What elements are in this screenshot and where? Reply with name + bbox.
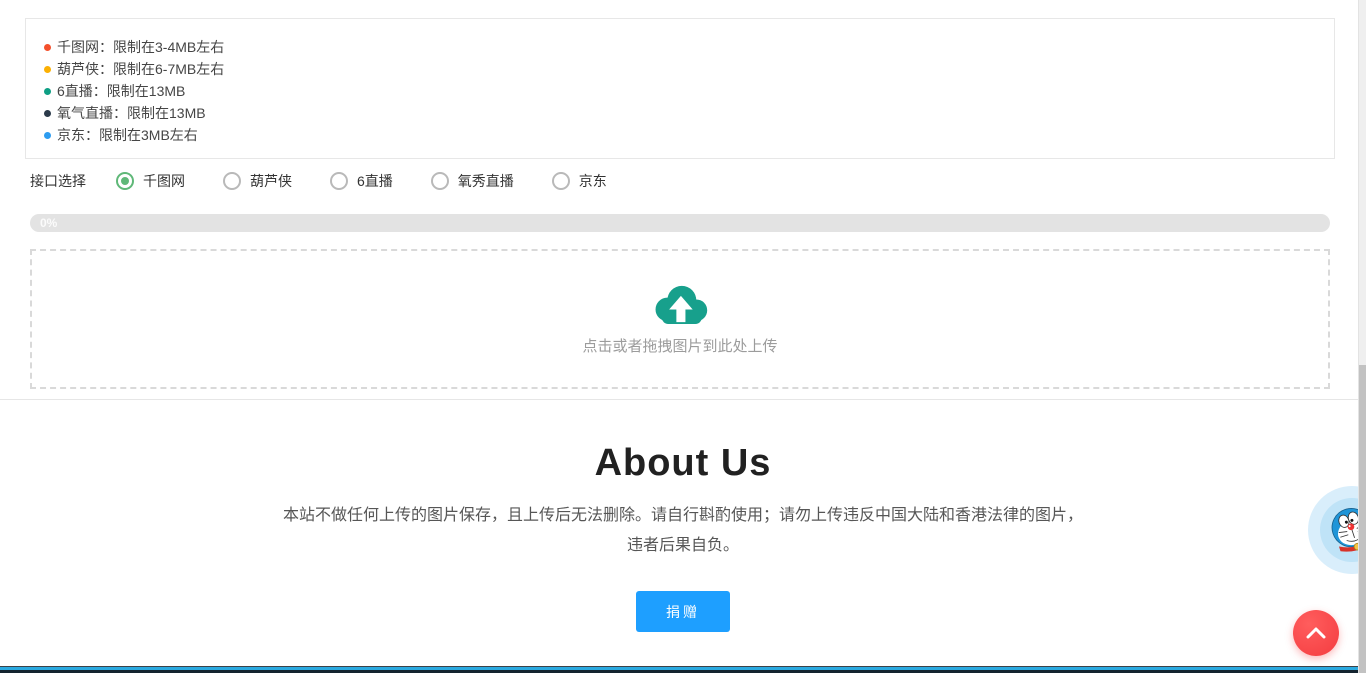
radio-option-label: 京东 — [579, 171, 607, 191]
radio-option[interactable]: 葫芦侠 — [223, 171, 292, 191]
back-to-top-button[interactable] — [1293, 610, 1339, 656]
upload-dropzone[interactable]: 点击或者拖拽图片到此处上传 — [30, 249, 1330, 389]
about-title: About Us — [0, 442, 1366, 485]
radio-option[interactable]: 千图网 — [116, 171, 185, 191]
bullet-dot-icon — [44, 110, 51, 117]
limit-text: 千图网：限制在3-4MB左右 — [57, 37, 224, 57]
interface-selector-label: 接口选择 — [30, 171, 86, 191]
radio-option[interactable]: 氧秀直播 — [431, 171, 514, 191]
limit-item: 京东：限制在3MB左右 — [44, 124, 1334, 146]
upload-hint: 点击或者拖拽图片到此处上传 — [582, 335, 777, 356]
about-description: 本站不做任何上传的图片保存，且上传后无法删除。请自行斟酌使用；请勿上传违反中国大… — [277, 501, 1089, 561]
radio-option-label: 6直播 — [357, 171, 393, 191]
scrollbar-thumb[interactable] — [1359, 365, 1366, 673]
radio-option[interactable]: 6直播 — [330, 171, 393, 191]
bullet-dot-icon — [44, 132, 51, 139]
radio-unselected-icon[interactable] — [552, 172, 570, 190]
radio-unselected-icon[interactable] — [223, 172, 241, 190]
radio-unselected-icon[interactable] — [431, 172, 449, 190]
donate-button[interactable]: 捐赠 — [636, 591, 730, 632]
radio-option[interactable]: 京东 — [552, 171, 607, 191]
about-section: About Us 本站不做任何上传的图片保存，且上传后无法删除。请自行斟酌使用；… — [0, 400, 1366, 632]
radio-option-label: 氧秀直播 — [458, 171, 514, 191]
limits-panel: 千图网：限制在3-4MB左右葫芦侠：限制在6-7MB左右6直播：限制在13MB氧… — [25, 18, 1335, 159]
page: 千图网：限制在3-4MB左右葫芦侠：限制在6-7MB左右6直播：限制在13MB氧… — [0, 0, 1366, 673]
radio-unselected-icon[interactable] — [330, 172, 348, 190]
upload-progress-bar: 0% — [30, 214, 1330, 232]
limit-item: 葫芦侠：限制在6-7MB左右 — [44, 58, 1334, 80]
radio-selected-icon[interactable] — [116, 172, 134, 190]
limit-text: 6直播：限制在13MB — [57, 81, 185, 101]
radio-option-label: 葫芦侠 — [250, 171, 292, 191]
bullet-dot-icon — [44, 44, 51, 51]
limits-list: 千图网：限制在3-4MB左右葫芦侠：限制在6-7MB左右6直播：限制在13MB氧… — [26, 19, 1334, 146]
limit-item: 千图网：限制在3-4MB左右 — [44, 36, 1334, 58]
limit-item: 氧气直播：限制在13MB — [44, 102, 1334, 124]
footer-bar — [0, 666, 1358, 673]
limit-text: 京东：限制在3MB左右 — [57, 125, 198, 145]
chevron-up-icon — [1306, 627, 1326, 639]
limit-item: 6直播：限制在13MB — [44, 80, 1334, 102]
scrollbar-track[interactable] — [1358, 0, 1366, 673]
progress-percent-label: 0% — [30, 214, 57, 232]
bullet-dot-icon — [44, 88, 51, 95]
radio-option-label: 千图网 — [143, 171, 185, 191]
limit-text: 氧气直播：限制在13MB — [57, 103, 206, 123]
cloud-upload-icon — [651, 282, 709, 326]
interface-selector: 接口选择 千图网 葫芦侠 6直播 氧秀直播 京东 — [30, 166, 607, 196]
limit-text: 葫芦侠：限制在6-7MB左右 — [57, 59, 224, 79]
radio-options: 千图网 葫芦侠 6直播 氧秀直播 京东 — [116, 171, 607, 191]
bullet-dot-icon — [44, 66, 51, 73]
